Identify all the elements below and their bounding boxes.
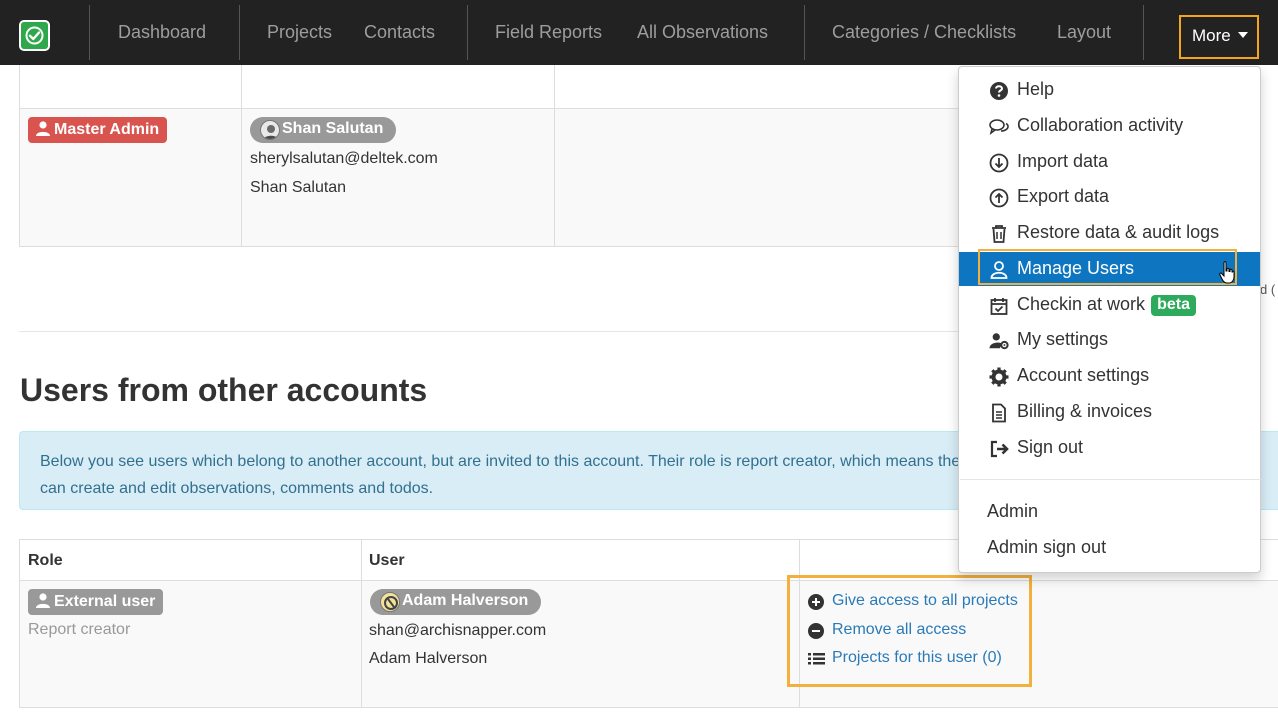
- column-header-role[interactable]: Role: [28, 552, 63, 570]
- list-icon: [808, 653, 825, 665]
- manage-users-highlight-frame: [978, 249, 1237, 285]
- menu-item-label: Checkin at work: [1017, 294, 1146, 314]
- section-title: Users from other accounts: [20, 372, 428, 408]
- more-menu-button[interactable]: More: [1179, 15, 1259, 59]
- role-badge-master-admin: Master Admin: [28, 117, 168, 143]
- avatar: [260, 120, 280, 140]
- user-name: Adam Halverson: [402, 592, 529, 609]
- user-gear-icon: [989, 333, 1009, 350]
- table-row: [20, 581, 1278, 707]
- nav-divider: [804, 5, 805, 60]
- person-icon: [36, 121, 50, 136]
- nav-layout[interactable]: Layout: [1057, 22, 1111, 43]
- nav-divider: [467, 5, 468, 60]
- menu-item-import-data[interactable]: Import data: [959, 145, 1260, 179]
- more-dropdown-menu: Help Collaboration activity Import data …: [958, 66, 1261, 573]
- menu-item-help[interactable]: Help: [959, 73, 1260, 107]
- nav-dashboard[interactable]: Dashboard: [118, 22, 206, 43]
- menu-item-collaboration-activity[interactable]: Collaboration activity: [959, 109, 1260, 143]
- gear-icon: [989, 367, 1009, 387]
- check-logo-icon: [25, 26, 44, 45]
- user-pill[interactable]: Shan Salutan: [250, 117, 397, 143]
- sign-out-icon: [990, 440, 1009, 458]
- menu-item-label: My settings: [1017, 329, 1109, 349]
- table-border: [19, 580, 1278, 581]
- trash-icon: [992, 225, 1006, 243]
- menu-item-account-settings[interactable]: Account settings: [959, 359, 1260, 393]
- question-circle-icon: [990, 82, 1008, 100]
- caret-down-icon: [1237, 32, 1248, 38]
- user-name: Shan Salutan: [282, 120, 384, 137]
- menu-divider: [960, 479, 1261, 480]
- user-email: sherylsalutan@deltek.com: [250, 150, 438, 167]
- calendar-check-icon: [990, 298, 1008, 315]
- hand-cursor-icon: [1219, 261, 1235, 284]
- give-access-all-projects-link[interactable]: Give access to all projects: [808, 592, 1018, 610]
- info-text: Below you see users which belong to anot…: [40, 453, 969, 497]
- plus-circle-icon: [808, 594, 824, 610]
- partially-hidden-text: d (: [1260, 282, 1276, 297]
- menu-item-label: Import data: [1017, 151, 1109, 171]
- nav-divider: [89, 5, 90, 60]
- table-border: [19, 65, 20, 246]
- menu-item-restore-data[interactable]: Restore data & audit logs: [959, 216, 1260, 250]
- menu-item-admin-sign-out[interactable]: Admin sign out: [987, 537, 1106, 558]
- menu-item-label: Sign out: [1017, 437, 1084, 457]
- beta-badge: beta: [1151, 295, 1196, 316]
- role-description: Report creator: [28, 621, 131, 638]
- menu-item-admin[interactable]: Admin: [987, 501, 1038, 522]
- column-header-user[interactable]: User: [369, 552, 405, 570]
- table-border: [19, 707, 1278, 708]
- link-label: Give access to all projects: [832, 592, 1018, 609]
- top-navbar: Dashboard Projects Contacts Field Report…: [0, 0, 1278, 65]
- link-label: Projects for this user (0): [832, 649, 1002, 666]
- file-icon: [992, 403, 1006, 423]
- menu-item-label: Export data: [1017, 186, 1110, 206]
- nav-projects[interactable]: Projects: [267, 22, 332, 43]
- user-pill[interactable]: Adam Halverson: [370, 589, 542, 615]
- table-border: [554, 65, 555, 246]
- menu-item-export-data[interactable]: Export data: [959, 180, 1260, 214]
- table-border: [241, 65, 242, 246]
- menu-item-checkin-at-work[interactable]: Checkin at work beta: [959, 288, 1260, 322]
- nav-categories-checklists[interactable]: Categories / Checklists: [832, 22, 1016, 43]
- menu-item-label: Billing & invoices: [1017, 401, 1153, 421]
- nav-divider: [1143, 5, 1144, 60]
- menu-item-label: Restore data & audit logs: [1017, 222, 1220, 242]
- user-display-name: Adam Halverson: [369, 650, 488, 667]
- role-badge-external-user: External user: [28, 589, 164, 615]
- menu-item-label: Collaboration activity: [1017, 115, 1184, 135]
- menu-item-label: Account settings: [1017, 365, 1150, 385]
- minus-circle-icon: [808, 623, 824, 639]
- user-email: shan@archisnapper.com: [369, 622, 547, 639]
- comments-icon: [989, 119, 1009, 135]
- nav-contacts[interactable]: Contacts: [364, 22, 435, 43]
- role-label: External user: [54, 593, 156, 610]
- nav-field-reports[interactable]: Field Reports: [495, 22, 602, 43]
- projects-for-user-link[interactable]: Projects for this user (0): [808, 649, 1002, 667]
- remove-all-access-link[interactable]: Remove all access: [808, 621, 966, 639]
- avatar: [380, 592, 400, 612]
- link-label: Remove all access: [832, 621, 967, 638]
- table-border: [361, 539, 362, 708]
- menu-item-sign-out[interactable]: Sign out: [959, 431, 1260, 465]
- table-border: [19, 539, 20, 708]
- more-label: More: [1192, 26, 1231, 45]
- role-label: Master Admin: [54, 121, 160, 138]
- menu-item-label: Help: [1017, 79, 1055, 99]
- arrow-down-circle-icon: [989, 153, 1009, 173]
- user-display-name: Shan Salutan: [250, 179, 347, 196]
- arrow-up-circle-icon: [989, 188, 1009, 208]
- app-logo[interactable]: [19, 20, 50, 51]
- nav-divider: [239, 5, 240, 60]
- menu-item-billing-invoices[interactable]: Billing & invoices: [959, 395, 1260, 429]
- menu-item-my-settings[interactable]: My settings: [959, 323, 1260, 357]
- nav-all-observations[interactable]: All Observations: [637, 22, 768, 43]
- person-icon: [36, 593, 50, 608]
